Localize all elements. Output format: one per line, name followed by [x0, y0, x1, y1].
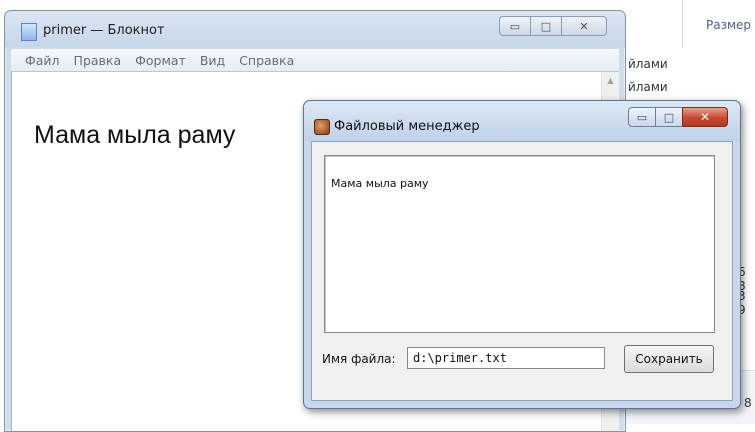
- filename-label: Имя файла:: [322, 352, 396, 366]
- maximize-icon: □: [663, 110, 675, 124]
- close-button[interactable]: ✕: [682, 107, 728, 127]
- file-manager-client-area: Мама мыла раму Имя файла: d:\primer.txt …: [311, 141, 733, 401]
- menu-help[interactable]: Справка: [232, 53, 301, 68]
- notepad-titlebar[interactable]: primer — Блокнот ▭ □ ✕: [5, 11, 625, 47]
- notepad-title: primer — Блокнот: [43, 23, 165, 38]
- content-memo[interactable]: Мама мыла раму: [324, 155, 715, 333]
- app-icon: [314, 119, 330, 135]
- close-icon: ✕: [699, 110, 711, 124]
- close-icon: ✕: [579, 19, 589, 33]
- notepad-content: Мама мыла раму: [34, 121, 236, 149]
- menu-format[interactable]: Формат: [128, 53, 193, 68]
- explorer-size-value: 8: [744, 396, 752, 410]
- menu-edit[interactable]: Правка: [67, 53, 129, 68]
- notepad-window-controls: ▭ □ ✕: [499, 16, 607, 36]
- size-column-header[interactable]: Размер: [706, 18, 751, 32]
- file-manager-window: Файловый менеджер ▭ □ ✕ Мама мыла раму И…: [303, 100, 741, 409]
- memo-text: Мама мыла раму: [331, 177, 429, 190]
- notepad-menubar: Файл Правка Формат Вид Справка: [11, 49, 619, 72]
- close-button[interactable]: ✕: [561, 16, 607, 36]
- maximize-button[interactable]: □: [655, 107, 683, 127]
- scroll-up-arrow-icon[interactable]: ▲: [602, 72, 619, 89]
- minimize-button[interactable]: ▭: [628, 107, 656, 127]
- filename-input[interactable]: d:\primer.txt: [407, 347, 605, 369]
- minimize-icon: ▭: [636, 110, 648, 124]
- menu-file[interactable]: Файл: [11, 53, 67, 68]
- file-manager-window-controls: ▭ □ ✕: [628, 107, 728, 127]
- explorer-row-fragment: йлами: [628, 57, 668, 71]
- explorer-row-fragment: йлами: [628, 80, 668, 94]
- maximize-button[interactable]: □: [530, 16, 562, 36]
- save-button[interactable]: Сохранить: [624, 345, 714, 373]
- column-divider: [682, 0, 683, 48]
- maximize-icon: □: [540, 19, 552, 33]
- file-manager-titlebar[interactable]: Файловый менеджер ▭ □ ✕: [304, 101, 740, 141]
- minimize-icon: ▭: [509, 19, 521, 33]
- minimize-button[interactable]: ▭: [499, 16, 531, 36]
- file-manager-title: Файловый менеджер: [334, 119, 480, 134]
- notepad-icon: [21, 23, 37, 41]
- menu-view[interactable]: Вид: [193, 53, 232, 68]
